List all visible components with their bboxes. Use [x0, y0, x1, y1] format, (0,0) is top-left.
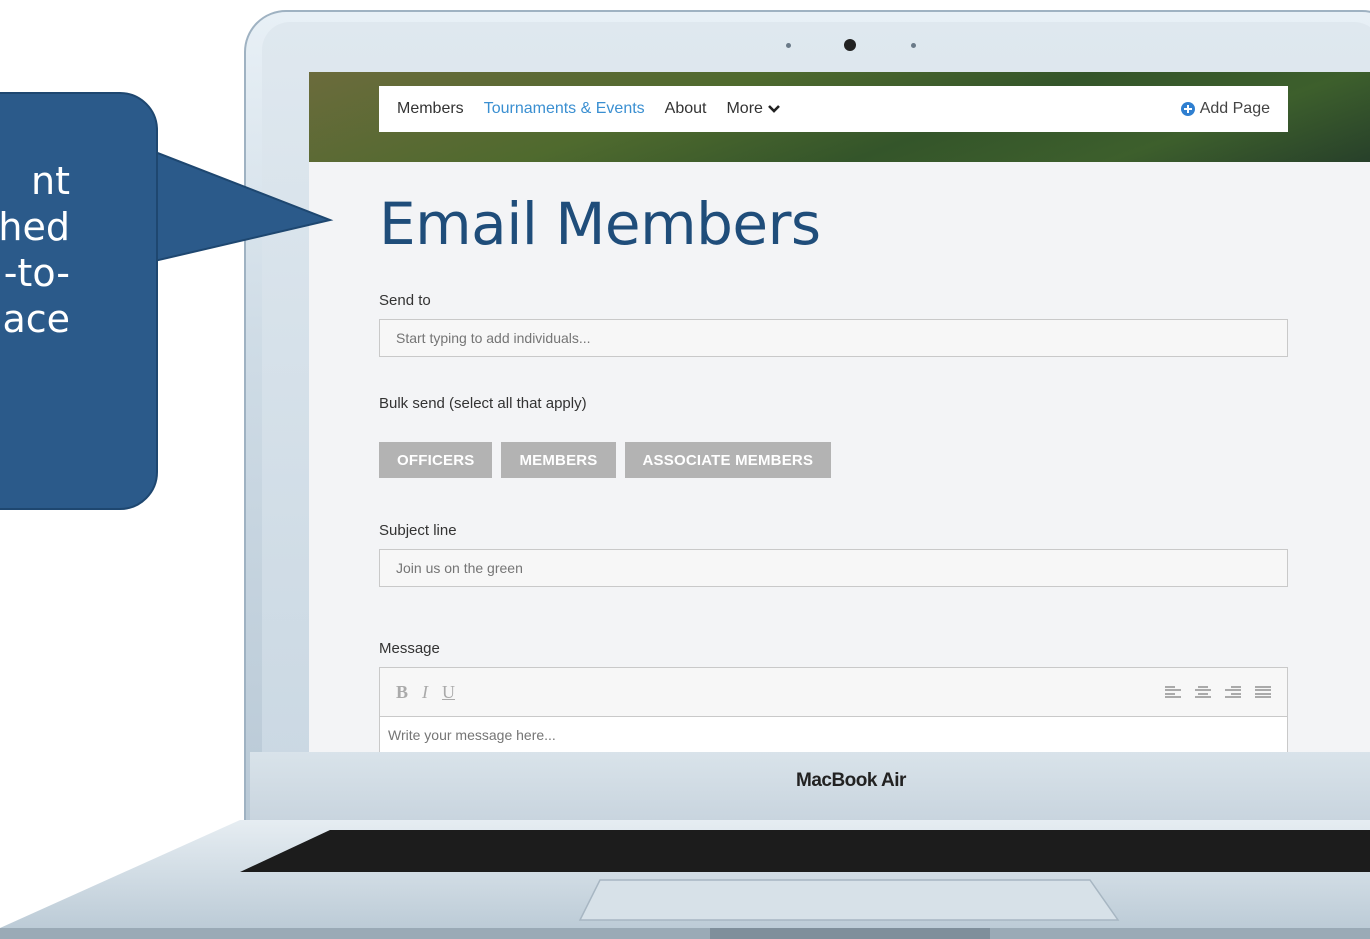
bulk-send-label: Bulk send (select all that apply) [379, 395, 587, 412]
nav-more[interactable]: More [726, 100, 780, 118]
align-justify-icon[interactable] [1255, 686, 1271, 698]
send-to-label: Send to [379, 292, 431, 309]
subject-line-label: Subject line [379, 522, 457, 539]
underline-button[interactable]: U [442, 682, 455, 703]
nav-more-label: More [726, 100, 763, 117]
subject-line-input[interactable] [379, 549, 1288, 587]
align-right-icon[interactable] [1225, 686, 1241, 698]
associate-members-button[interactable]: ASSOCIATE MEMBERS [624, 442, 832, 478]
add-page-button[interactable]: Add Page [1180, 100, 1270, 118]
top-navbar: Members Tournaments & Events About More … [379, 86, 1288, 132]
callout-tail [150, 150, 334, 264]
members-button[interactable]: MEMBERS [501, 442, 616, 478]
send-to-input[interactable] [379, 319, 1288, 357]
bold-button[interactable]: B [396, 682, 408, 703]
nav-about[interactable]: About [665, 100, 707, 118]
camera-dot-left [786, 43, 791, 48]
camera-icon [844, 39, 856, 51]
bulk-send-group: OFFICERS MEMBERS ASSOCIATE MEMBERS [379, 442, 832, 478]
page-title: Email Members [379, 190, 821, 258]
officers-button[interactable]: OFFICERS [379, 442, 493, 478]
callout-line: ace [2, 297, 70, 341]
align-left-icon[interactable] [1165, 686, 1181, 698]
alignment-group [1165, 686, 1271, 698]
laptop-keyboard-base [0, 820, 1370, 939]
device-brand-label: MacBook Air [796, 770, 906, 791]
browser-screen: Members Tournaments & Events About More … [309, 72, 1370, 752]
nav-members[interactable]: Members [397, 100, 464, 118]
callout-line: -to- [3, 251, 70, 295]
callout-text: nt hed -to- ace [0, 158, 70, 342]
chevron-down-icon [768, 105, 780, 113]
camera-dot-right [911, 43, 916, 48]
callout-line: hed [0, 205, 70, 249]
editor-toolbar: B I U [379, 667, 1288, 717]
message-label: Message [379, 640, 440, 657]
message-textarea[interactable] [379, 717, 1288, 752]
align-center-icon[interactable] [1195, 686, 1211, 698]
callout-line: nt [31, 159, 70, 203]
add-page-label: Add Page [1199, 100, 1270, 117]
nav-tournaments-events[interactable]: Tournaments & Events [484, 100, 645, 118]
callout-bubble: nt hed -to- ace [0, 92, 158, 510]
italic-button[interactable]: I [422, 682, 428, 703]
plus-circle-icon [1180, 102, 1195, 116]
